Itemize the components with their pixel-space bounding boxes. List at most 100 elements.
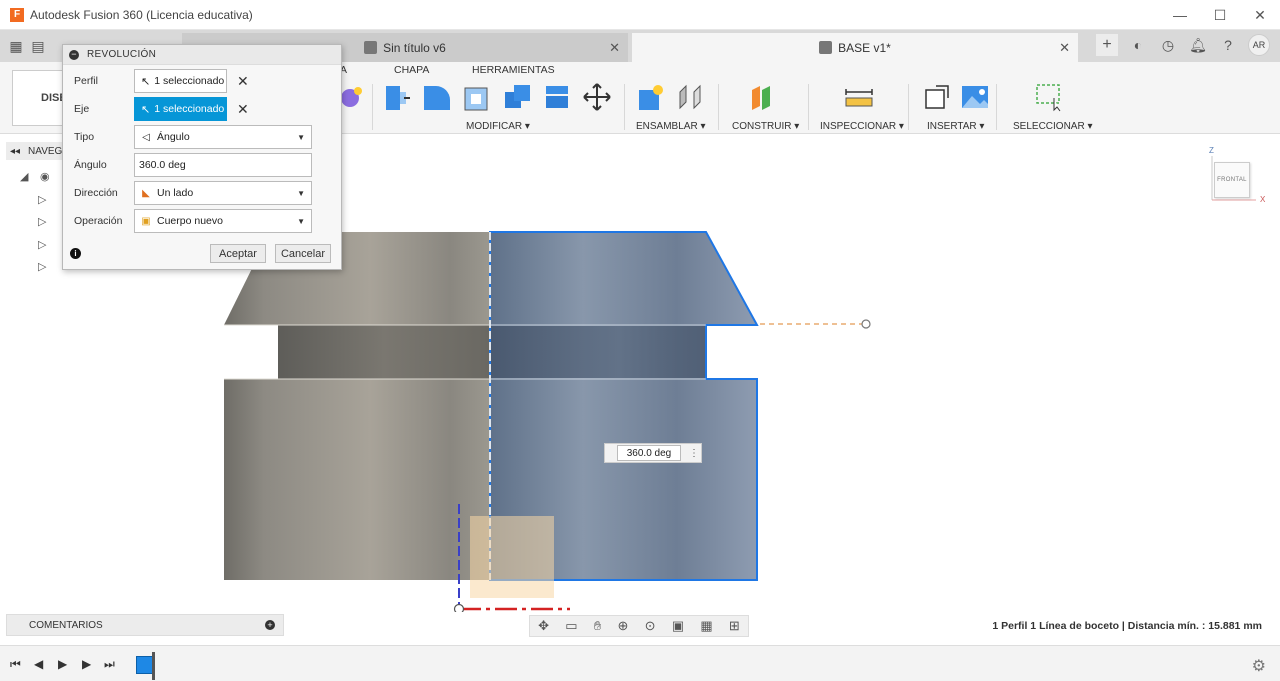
tab-base[interactable]: BASE v1* ✕: [632, 33, 1078, 62]
direction-value: Un lado: [157, 187, 194, 199]
operation-row: Operación ▣ Cuerpo nuevo ▼: [74, 209, 332, 233]
minimize-button[interactable]: —: [1160, 0, 1200, 30]
selection-status: 1 Perfil 1 Línea de boceto | Distancia m…: [992, 620, 1262, 632]
timeline-marker[interactable]: [152, 652, 155, 680]
insert-menu[interactable]: INSERTAR ▾: [927, 121, 984, 132]
step-back-icon[interactable]: ◀: [34, 657, 43, 671]
window-select-icon[interactable]: [1034, 82, 1064, 112]
clear-profile-icon[interactable]: ✕: [237, 73, 249, 90]
select-menu[interactable]: SELECCIONAR ▾: [1013, 121, 1092, 132]
joint-icon[interactable]: [676, 82, 706, 112]
file-icon[interactable]: ▤: [30, 38, 46, 54]
angle-input[interactable]: 360.0 deg: [134, 153, 312, 177]
viewcube[interactable]: FRONTAL: [1214, 162, 1250, 198]
chevron-down-icon: ▼: [297, 217, 305, 226]
modify-menu[interactable]: MODIFICAR ▾: [466, 121, 530, 132]
play-icon[interactable]: ▶: [58, 657, 67, 671]
ok-button[interactable]: Aceptar: [210, 244, 266, 263]
extensions-icon[interactable]: ◐: [1128, 34, 1148, 56]
display-settings-icon[interactable]: ▣: [672, 618, 684, 634]
timeline: ⏮︎ ◀ ▶ ▶ ⏭︎ ⚙: [0, 645, 1280, 681]
origin-point[interactable]: [453, 603, 465, 613]
dialog-header[interactable]: − REVOLUCIÓN: [63, 45, 341, 65]
revolved-body-base[interactable]: [224, 379, 490, 580]
fit-icon[interactable]: ⊙: [645, 618, 656, 634]
comments-panel[interactable]: COMENTARIOS +: [6, 614, 284, 636]
create-form-icon[interactable]: [338, 82, 368, 112]
orbit-icon[interactable]: ✥: [538, 618, 549, 634]
revolve-dialog: − REVOLUCIÓN Perfil ↖ 1 seleccionado ✕ E…: [62, 44, 342, 270]
go-to-start-icon[interactable]: ⏮︎: [10, 657, 21, 672]
operation-dropdown[interactable]: ▣ Cuerpo nuevo ▼: [134, 209, 312, 233]
new-body-icon: ▣: [141, 215, 151, 227]
inspect-menu[interactable]: INSPECCIONAR ▾: [820, 121, 904, 132]
combine-icon[interactable]: [502, 82, 532, 112]
go-to-end-icon[interactable]: ⏭︎: [104, 657, 115, 672]
viewports-icon[interactable]: ⊞: [729, 618, 740, 634]
new-tab-icon[interactable]: +: [1096, 34, 1118, 56]
fillet-icon[interactable]: [422, 82, 452, 112]
cursor-icon: ↖: [141, 103, 151, 116]
new-component-icon[interactable]: [636, 82, 666, 112]
chevron-down-icon: ▼: [297, 189, 305, 198]
step-forward-icon[interactable]: ▶: [82, 657, 91, 671]
dialog-title: REVOLUCIÓN: [87, 49, 157, 60]
offset-face-icon[interactable]: [542, 82, 572, 112]
one-side-icon: ◣: [142, 187, 150, 199]
move-icon[interactable]: [582, 82, 612, 112]
add-comment-icon[interactable]: +: [265, 620, 275, 630]
job-status-icon[interactable]: ◷: [1158, 34, 1178, 56]
type-label: Tipo: [74, 131, 95, 143]
cancel-button[interactable]: Cancelar: [275, 244, 331, 263]
axis-label: Eje: [74, 103, 90, 115]
zoom-icon[interactable]: ⊕: [618, 618, 629, 634]
tab-label: BASE v1*: [838, 40, 891, 55]
component-icon: [364, 41, 378, 54]
notifications-icon[interactable]: 🔔︎: [1188, 34, 1208, 56]
help-icon[interactable]: ?: [1218, 34, 1238, 56]
type-dropdown[interactable]: ◁ Ángulo ▼: [134, 125, 312, 149]
type-value: Ángulo: [157, 131, 190, 143]
grid-settings-icon[interactable]: ▦: [700, 618, 712, 634]
axis-row: Eje ↖ 1 seleccionado ✕: [74, 97, 332, 121]
angle-row: Ángulo 360.0 deg: [74, 153, 332, 177]
press-pull-icon[interactable]: [382, 82, 412, 112]
angle-dimension-input[interactable]: 360.0 deg: [617, 445, 681, 461]
shell-icon[interactable]: [462, 82, 492, 112]
assemble-menu[interactable]: ENSAMBLAR ▾: [636, 121, 705, 132]
view-axis-z-label: Z: [1209, 146, 1214, 155]
user-avatar[interactable]: AR: [1248, 34, 1270, 56]
profile-value: 1 seleccionado: [154, 75, 225, 87]
offset-plane-icon[interactable]: [748, 82, 778, 112]
pan-icon[interactable]: ✋︎: [594, 618, 601, 634]
collapse-dialog-icon[interactable]: −: [69, 49, 79, 60]
tab-chapa[interactable]: CHAPA: [394, 64, 429, 76]
tab-close-icon[interactable]: ✕: [609, 40, 620, 56]
timeline-settings-gear-icon[interactable]: ⚙: [1252, 656, 1266, 676]
insert-image-icon[interactable]: [960, 82, 990, 112]
comments-label: COMENTARIOS: [29, 619, 103, 631]
info-icon[interactable]: i: [70, 248, 81, 259]
app-grid-icon[interactable]: ▦: [8, 38, 24, 54]
direction-dropdown[interactable]: ◣ Un lado ▼: [134, 181, 312, 205]
tab-herramientas[interactable]: HERRAMIENTAS: [472, 64, 555, 76]
operation-label: Operación: [74, 215, 123, 227]
dimension-handle[interactable]: [861, 319, 871, 329]
operation-value: Cuerpo nuevo: [157, 215, 223, 227]
revolved-body-neck[interactable]: [278, 325, 490, 379]
close-button[interactable]: ✕: [1240, 0, 1280, 30]
construct-menu[interactable]: CONSTRUIR ▾: [732, 121, 799, 132]
profile-select-button[interactable]: ↖ 1 seleccionado: [134, 69, 227, 93]
look-at-icon[interactable]: ▭: [565, 618, 577, 634]
clear-axis-icon[interactable]: ✕: [237, 101, 249, 118]
dimension-more-icon[interactable]: ⋮: [689, 448, 699, 459]
measure-icon[interactable]: [844, 82, 874, 112]
axis-value: 1 seleccionado: [154, 103, 225, 115]
axis-select-button[interactable]: ↖ 1 seleccionado: [134, 97, 227, 121]
component-icon: [819, 41, 833, 54]
maximize-button[interactable]: ☐: [1200, 0, 1240, 30]
tab-close-icon[interactable]: ✕: [1059, 40, 1070, 56]
angle-dimension-box[interactable]: 360.0 deg ⋮: [604, 443, 702, 463]
profile-label: Perfil: [74, 75, 98, 87]
insert-derive-icon[interactable]: [922, 82, 952, 112]
